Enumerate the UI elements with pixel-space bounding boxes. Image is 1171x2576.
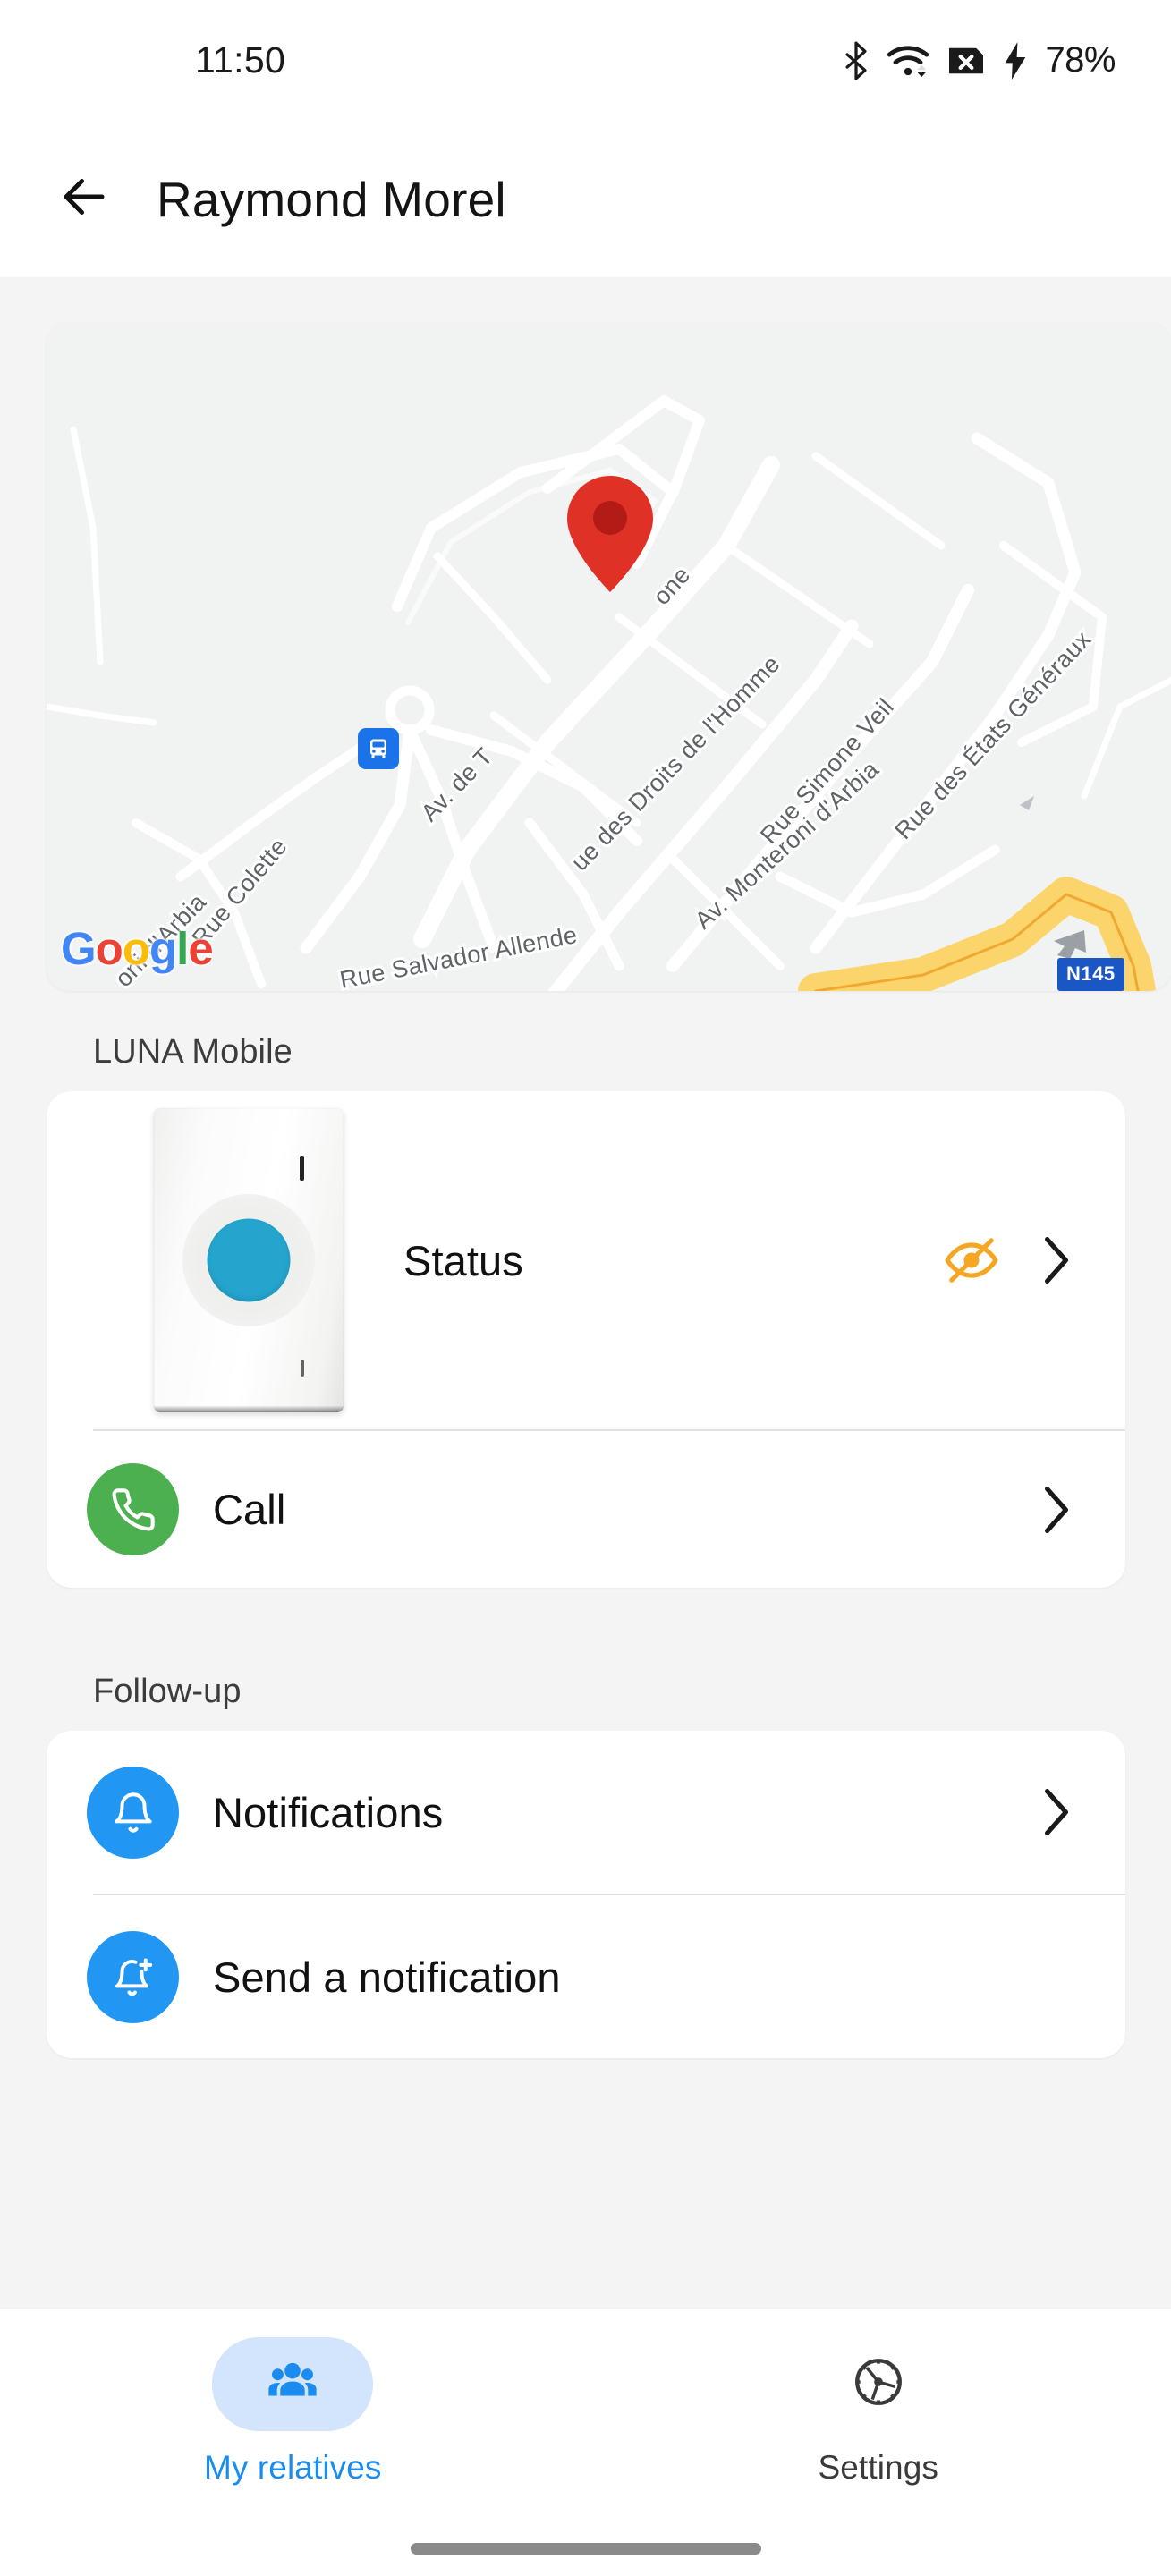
notifications-row-label: Notifications: [213, 1788, 444, 1836]
device-image: [154, 1108, 344, 1412]
content-area: Av. de T one ue des Droits de l'Homme Ru…: [0, 277, 1171, 2308]
device-led-icon: [300, 1156, 304, 1181]
bell-icon: [87, 1766, 179, 1859]
nav-label-settings: Settings: [818, 2449, 938, 2486]
nav-active-pill: [212, 2337, 374, 2431]
followup-card: Notifications Send a notification: [47, 1731, 1125, 2058]
highway-shield: N145: [1057, 958, 1124, 991]
bottom-navigation: My relatives Settings: [0, 2308, 1171, 2576]
wifi-icon: [887, 43, 929, 79]
location-pin-icon: [567, 476, 653, 592]
nav-item-settings[interactable]: Settings: [586, 2337, 1171, 2487]
phone-icon: [87, 1463, 179, 1555]
google-logo-letter: e: [188, 923, 213, 974]
location-map[interactable]: Av. de T one ue des Droits de l'Homme Ru…: [47, 322, 1171, 991]
call-row[interactable]: Call: [47, 1431, 1125, 1588]
google-logo-letter: o: [122, 923, 150, 974]
sim-missing-icon: [945, 44, 988, 78]
section-header-followup: Follow-up: [93, 1673, 242, 1710]
back-arrow-icon: [57, 170, 111, 228]
notifications-row[interactable]: Notifications: [47, 1731, 1125, 1894]
status-row[interactable]: Status: [47, 1091, 1125, 1429]
status-icon-tray: 78%: [841, 40, 1116, 80]
device-mic-icon: [301, 1360, 304, 1377]
status-clock: 11:50: [195, 39, 286, 80]
send-notification-row[interactable]: Send a notification: [47, 1895, 1125, 2058]
nav-inactive-pill: [798, 2337, 959, 2431]
google-logo-letter: g: [148, 923, 177, 974]
gear-icon: [848, 2351, 909, 2417]
device-card: Status Call: [47, 1091, 1125, 1588]
app-bar: Raymond Morel: [0, 121, 1171, 277]
call-row-label: Call: [213, 1486, 286, 1533]
send-notification-row-label: Send a notification: [213, 1953, 561, 2001]
app-screen: 11:50 78% Raymond Morel Av. de T one ue …: [0, 0, 1171, 2576]
chevron-right-icon: [1041, 1486, 1072, 1533]
google-watermark: G o o g l e: [61, 923, 214, 974]
device-sos-button-icon: [207, 1218, 291, 1302]
nav-item-my-relatives[interactable]: My relatives: [0, 2337, 586, 2487]
google-logo-letter: o: [95, 923, 123, 974]
section-header-device: LUNA Mobile: [93, 1033, 293, 1071]
google-logo-letter: l: [176, 923, 189, 974]
battery-percent: 78%: [1045, 40, 1116, 80]
gesture-home-indicator[interactable]: [410, 2543, 761, 2555]
map-tiles: Av. de T one ue des Droits de l'Homme Ru…: [47, 322, 1171, 991]
chevron-right-icon: [1041, 1789, 1072, 1835]
bluetooth-icon: [841, 41, 871, 80]
charging-bolt-icon: [1003, 41, 1028, 80]
people-group-icon: [265, 2354, 320, 2414]
status-row-label: Status: [403, 1236, 523, 1284]
chevron-right-icon: [1041, 1237, 1072, 1284]
back-button[interactable]: [52, 167, 116, 232]
google-logo-letter: G: [61, 923, 97, 974]
nav-label-my-relatives: My relatives: [203, 2449, 382, 2486]
bus-stop-icon[interactable]: [358, 728, 399, 769]
eye-off-icon: [944, 1233, 999, 1288]
bell-plus-icon: [87, 1930, 179, 2023]
page-title: Raymond Morel: [157, 171, 506, 227]
status-bar: 11:50 78%: [0, 0, 1171, 121]
